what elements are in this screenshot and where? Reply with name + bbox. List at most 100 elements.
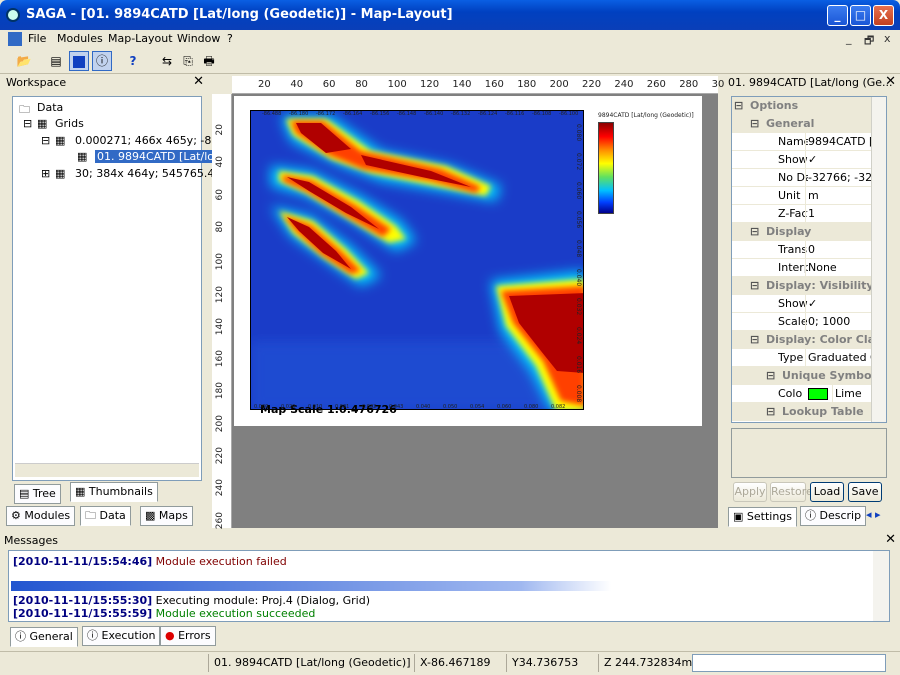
property-row[interactable]: No Data-32766; -3276 <box>732 169 872 187</box>
menu-file[interactable]: File <box>28 32 46 45</box>
property-scrollbar[interactable] <box>871 97 886 422</box>
ruler-tick-label: 260 <box>215 511 225 529</box>
collapse-icon[interactable]: ⊟ <box>766 403 775 420</box>
apply-button[interactable]: Apply <box>733 482 767 502</box>
property-value[interactable]: None <box>805 259 872 276</box>
property-value[interactable]: m <box>805 187 872 204</box>
property-row[interactable]: Unit m <box>732 187 872 205</box>
menu-map-layout[interactable]: Map-Layout <box>108 32 173 45</box>
menu-modules[interactable]: Modules <box>57 32 103 45</box>
tab-scroll-arrows-icon[interactable]: ◂ ▸ <box>866 508 881 521</box>
tab-maps[interactable]: ▩ Maps <box>140 506 193 526</box>
help-icon[interactable]: ? <box>123 51 143 71</box>
map-x-tick-label: 0.020 <box>281 404 296 410</box>
property-value[interactable]: ✓ <box>805 151 872 168</box>
collapse-icon[interactable]: ⊟ <box>750 331 759 348</box>
close-button[interactable]: X <box>873 5 894 26</box>
mdi-close-button[interactable]: x <box>884 32 891 45</box>
property-value[interactable]: ✓ <box>805 295 872 312</box>
horizontal-scrollbar[interactable] <box>15 463 199 477</box>
map-x-tick-label: -86.172 <box>316 111 336 117</box>
save-button[interactable]: Save <box>848 482 882 502</box>
document-icon[interactable] <box>8 32 22 46</box>
ruler-tick-label: 220 <box>215 447 225 465</box>
info-icon[interactable]: ⓘ <box>92 51 112 71</box>
map-y-tick-label: 0.072 <box>575 153 582 171</box>
property-value[interactable]: 0; 1000 <box>805 313 872 330</box>
color-swatch[interactable] <box>808 388 828 400</box>
tab-data[interactable]: 🗀 Data <box>80 506 131 526</box>
load-button[interactable]: Load <box>810 482 844 502</box>
collapse-icon[interactable]: ⊟ <box>750 115 759 132</box>
menu-window[interactable]: Window <box>177 32 220 45</box>
print-icon[interactable]: 🖶 <box>199 51 219 71</box>
tab-general[interactable]: ⓘ General <box>10 627 78 647</box>
property-label: Interpo <box>778 261 808 274</box>
expand-icon[interactable]: ⊟ <box>41 134 50 147</box>
menu-help[interactable]: ? <box>227 32 233 45</box>
property-label: Type <box>778 351 804 364</box>
property-row[interactable]: Name9894CATD [La <box>732 133 872 151</box>
maximize-button[interactable]: □ <box>850 5 871 26</box>
ruler-tick-label: 240 <box>614 79 634 90</box>
tab-tree[interactable]: ▤ Tree <box>14 484 61 504</box>
property-row[interactable]: TypeGraduated Co <box>732 349 872 367</box>
property-row[interactable]: Show A✓ <box>732 295 872 313</box>
properties-close-icon[interactable]: ✕ <box>885 74 896 89</box>
map-x-tick-label: 0.080 <box>524 404 539 410</box>
map-x-tick-label: -86.148 <box>397 111 417 117</box>
collapse-icon[interactable]: ⊟ <box>734 97 743 114</box>
ruler-tick-label: 60 <box>322 79 336 90</box>
property-label: Unit <box>778 189 801 202</box>
mdi-minimize-button[interactable]: _ <box>846 32 852 45</box>
ruler-tick-label: 20 <box>258 79 271 90</box>
layout-properties-icon[interactable]: ⇆ <box>157 51 177 71</box>
tab-settings[interactable]: ▣ Settings <box>728 507 798 527</box>
property-value[interactable]: Lime <box>832 385 872 402</box>
property-row[interactable]: Z-Facto1 <box>732 205 872 223</box>
property-value[interactable]: -32766; -3276 <box>805 169 872 186</box>
tree-item-grid-9894catd[interactable]: 01. 9894CATD [Lat/lo <box>95 150 216 163</box>
property-row[interactable]: InterpoNone <box>732 259 872 277</box>
property-label: Display: Color Classi <box>766 333 872 346</box>
map-x-tick-label: 0.010 <box>308 404 323 410</box>
expand-icon[interactable]: ⊟ <box>23 117 32 130</box>
map-view-icon[interactable] <box>69 51 89 71</box>
collapse-icon[interactable]: ⊟ <box>750 277 759 294</box>
message-scrollbar[interactable] <box>873 551 889 621</box>
ruler-tick-label: 180 <box>517 79 537 90</box>
tab-modules[interactable]: ⚙ Modules <box>6 506 76 526</box>
tree-item-data[interactable]: Data <box>37 101 63 114</box>
messages-close-icon[interactable]: ✕ <box>885 532 896 547</box>
tab-execution[interactable]: ⓘ Execution <box>82 626 161 646</box>
errors-tab-icon: ● <box>165 629 179 642</box>
property-row[interactable]: Show Le✓ <box>732 151 872 169</box>
tab-description[interactable]: ⓘ Descrip <box>800 506 867 526</box>
tab-errors[interactable]: ● Errors <box>160 626 216 646</box>
description-tab-icon: ⓘ <box>805 509 820 522</box>
workspace-toggle-icon[interactable]: ▤ <box>46 51 66 71</box>
minimize-button[interactable]: _ <box>827 5 848 26</box>
tree-item-grid-system-1[interactable]: 0.000271; 466x 465y; -8 <box>75 134 211 147</box>
property-row[interactable]: Colo Lime <box>732 385 872 403</box>
expand-icon[interactable]: ⊞ <box>41 167 50 180</box>
property-label: Transpa <box>778 243 808 256</box>
property-row[interactable]: Scale D0; 1000 <box>732 313 872 331</box>
maps-tab-icon: ▩ <box>145 509 159 522</box>
workspace-close-icon[interactable]: ✕ <box>193 74 204 89</box>
restore-button[interactable]: Restore <box>770 482 813 502</box>
print-preview-icon[interactable]: ⎘ <box>178 51 198 71</box>
property-value[interactable]: 1 <box>805 205 872 222</box>
property-value[interactable]: 0 <box>805 241 872 258</box>
tab-thumbnails[interactable]: ▦ Thumbnails <box>70 482 158 502</box>
property-row[interactable]: Transpa0 <box>732 241 872 259</box>
property-value[interactable]: 9894CATD [La <box>805 133 872 150</box>
map-x-tick-label: -86.108 <box>532 111 552 117</box>
tree-item-grids[interactable]: Grids <box>55 117 84 130</box>
grid-map[interactable] <box>250 110 584 410</box>
collapse-icon[interactable]: ⊟ <box>766 367 775 384</box>
collapse-icon[interactable]: ⊟ <box>750 223 759 240</box>
open-icon[interactable]: 📂 <box>14 51 34 71</box>
tree-item-grid-system-2[interactable]: 30; 384x 464y; 545765.4 <box>75 167 214 180</box>
property-value[interactable]: Graduated Co <box>805 349 872 366</box>
